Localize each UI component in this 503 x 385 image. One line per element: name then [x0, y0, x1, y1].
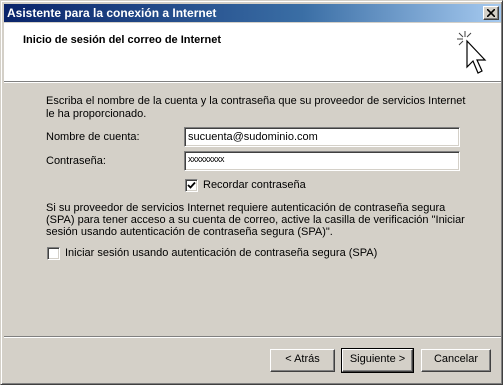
- spa-checkbox[interactable]: [47, 247, 60, 260]
- page-title: Inicio de sesión del correo de Internet: [23, 34, 222, 46]
- intro-text-line1: Escriba el nombre de la cuenta y la cont…: [46, 95, 466, 107]
- close-icon: [487, 9, 495, 17]
- account-name-field[interactable]: [184, 127, 460, 147]
- intro-text-line2: le ha proporcionado.: [46, 108, 147, 120]
- window-title: Asistente para la conexión a Internet: [7, 6, 217, 20]
- cancel-button[interactable]: Cancelar: [421, 349, 491, 372]
- spa-info-line3: sesión usando autenticación de contraseñ…: [46, 226, 333, 238]
- wizard-header: Inicio de sesión del correo de Internet: [4, 23, 501, 81]
- checkmark-icon: [187, 181, 196, 189]
- next-button-label: Siguiente >: [349, 353, 406, 365]
- close-button[interactable]: [483, 6, 499, 20]
- remember-password-checkbox[interactable]: [185, 179, 198, 192]
- password-field[interactable]: xxxxxxxxx: [184, 151, 460, 171]
- wizard-window: Asistente para la conexión a Internet In…: [0, 0, 503, 385]
- spa-checkbox-label[interactable]: Iniciar sesión usando autenticación de c…: [65, 247, 377, 260]
- footer-separator: [4, 336, 501, 338]
- remember-password-label[interactable]: Recordar contraseña: [203, 179, 306, 192]
- wizard-cursor-icon: [457, 31, 487, 74]
- account-name-label-text: Nombre de cuenta:: [46, 131, 140, 143]
- back-button-label: < Atrás: [285, 353, 320, 365]
- title-bar[interactable]: Asistente para la conexión a Internet: [4, 4, 501, 22]
- password-masked-value: xxxxxxxxx: [188, 154, 225, 164]
- cancel-button-label: Cancelar: [433, 353, 479, 365]
- account-name-input[interactable]: [188, 130, 448, 144]
- account-name-label: Nombre de cuenta:: [46, 131, 140, 144]
- header-separator: [4, 81, 501, 83]
- next-button[interactable]: Siguiente >: [341, 348, 414, 373]
- back-button[interactable]: < Atrás: [270, 349, 335, 372]
- password-label: Contraseña:: [46, 155, 106, 167]
